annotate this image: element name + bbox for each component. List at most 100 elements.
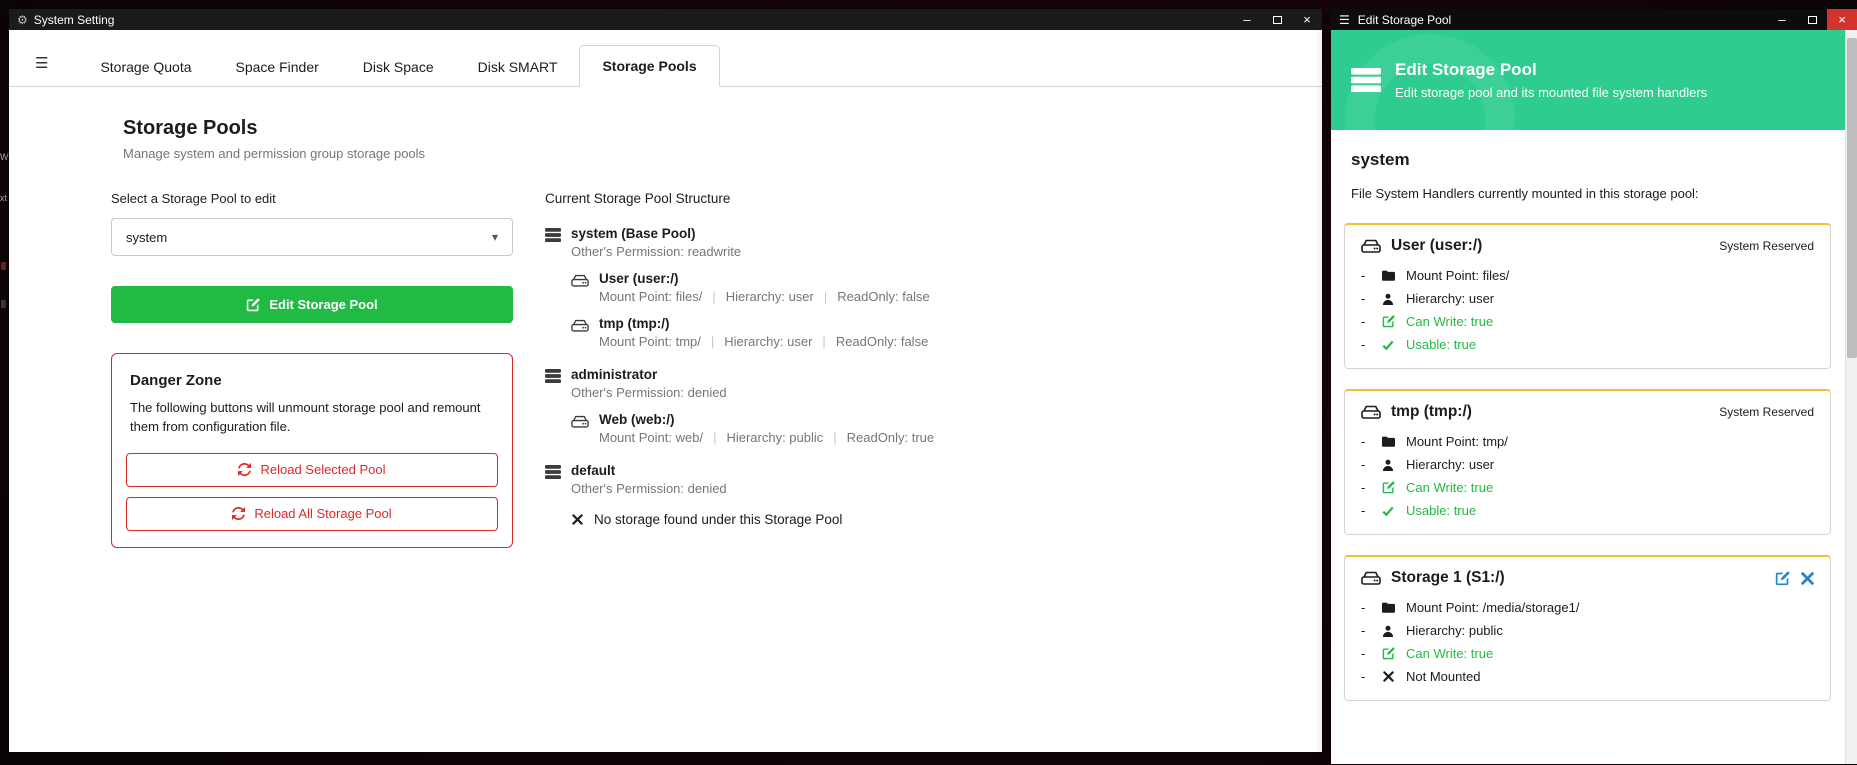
handler-actions [1775,571,1814,586]
handler-property-row: -Mount Point: /media/storage1/ [1361,600,1814,615]
close-button[interactable]: × [1827,9,1857,30]
pool-permission: Other's Permission: readwrite [571,244,741,259]
handler-property-row: - Mount Point: tmp/ [1361,434,1814,449]
tab-space-finder[interactable]: Space Finder [214,47,341,87]
menu-icon[interactable]: ☰ [1339,13,1350,27]
dash: - [1361,291,1377,306]
detail-mount: Mount Point: files/ [599,289,702,304]
property-text: Can Write: true [1406,646,1493,661]
separator: | [711,334,714,349]
property-text: Mount Point: /media/storage1/ [1406,600,1579,615]
separator: | [822,334,825,349]
banner-subtitle: Edit storage pool and its mounted file s… [1395,85,1707,100]
scrollbar-thumb[interactable] [1847,38,1857,358]
minimize-button[interactable]: – [1232,9,1262,30]
pool-name: default [571,463,727,478]
storage-pool-select[interactable]: system ▾ [111,218,513,256]
fsh-card-tmp: tmp (tmp:/) System Reserved - Mount Point… [1344,389,1831,535]
handler-property-row: - Can Write: true [1361,480,1814,495]
maximize-icon [1808,16,1817,24]
desktop-icon-fragment [1,262,6,270]
handler-property-row: -Not Mounted [1361,669,1814,684]
tab-storage-pools[interactable]: Storage Pools [579,45,719,87]
desktop-icon-label-fragment: W [0,152,9,162]
property-text: Mount Point: tmp/ [1406,434,1508,449]
pool-description: File System Handlers currently mounted i… [1351,186,1831,201]
detail-mount: Mount Point: web/ [599,430,703,445]
dash: - [1361,480,1377,495]
dash: - [1361,268,1377,283]
dash: - [1361,669,1377,684]
handler-name: Storage 1 (S1:/) [1391,569,1505,587]
detail-hierarchy: Hierarchy: user [726,289,814,304]
scrollbar[interactable] [1845,30,1857,764]
property-text: Usable: true [1406,503,1476,518]
storage-name: User (user:/) [599,271,930,286]
reload-selected-pool-button[interactable]: Reload Selected Pool [126,453,498,487]
edit-icon [1377,315,1399,328]
tab-storage-quota[interactable]: Storage Quota [78,47,213,87]
detail-mount: Mount Point: tmp/ [599,334,701,349]
gear-icon: ⚙ [17,13,28,27]
hdd-icon [1361,571,1381,585]
window-controls: – × [1232,9,1322,30]
detail-hierarchy: Hierarchy: public [726,430,823,445]
reload-icon [232,507,245,520]
storage-entry-user: User (user:/) Mount Point: files/ | Hierar… [571,271,934,304]
edit-pool-titlebar: ☰ Edit Storage Pool – × [1331,9,1857,30]
tab-disk-smart[interactable]: Disk SMART [456,47,580,87]
edit-icon [1377,647,1399,660]
property-text: Mount Point: files/ [1406,268,1509,283]
reload-selected-label: Reload Selected Pool [260,462,385,477]
page-title: Storage Pools [123,117,1322,140]
maximize-icon [1273,16,1282,24]
empty-pool-message: No storage found under this Storage Pool [572,512,934,527]
separator: | [824,289,827,304]
pool-name: system (Base Pool) [571,226,741,241]
detail-hierarchy: Hierarchy: user [724,334,812,349]
server-icon [545,465,561,496]
property-text: Usable: true [1406,337,1476,352]
hdd-icon [1361,239,1381,253]
edit-button-label: Edit Storage Pool [269,297,377,312]
detail-readonly: ReadOnly: false [836,334,929,349]
server-icon [545,228,561,259]
storage-entry-tmp: tmp (tmp:/) Mount Point: tmp/|Hierarchy:… [571,316,934,349]
reload-all-pool-button[interactable]: Reload All Storage Pool [126,497,498,531]
pool-entry-administrator: administrator Other's Permission: denied [545,367,934,400]
window-controls: – × [1767,9,1857,30]
system-setting-titlebar: ⚙ System Setting – × [9,9,1322,30]
property-text: Can Write: true [1406,314,1493,329]
maximize-button[interactable] [1262,9,1292,30]
close-button[interactable]: × [1292,9,1322,30]
edit-icon[interactable] [1775,571,1790,586]
minimize-button[interactable]: – [1767,9,1797,30]
pool-entry-default: default Other's Permission: denied [545,463,934,496]
handler-property-row: - Mount Point: files/ [1361,268,1814,283]
property-text: Can Write: true [1406,480,1493,495]
hdd-icon [571,274,589,304]
folder-icon [1377,602,1399,613]
edit-icon [1377,481,1399,494]
tabbar: ☰ Storage Quota Space Finder Disk Space … [9,30,1322,87]
menu-icon[interactable]: ☰ [27,54,78,86]
tab-disk-space[interactable]: Disk Space [341,47,456,87]
storage-details: Mount Point: web/|Hierarchy: public|Read… [599,430,934,445]
select-pool-label: Select a Storage Pool to edit [111,191,513,206]
handler-property-row: -Hierarchy: user [1361,291,1814,306]
detail-readonly: ReadOnly: true [847,430,934,445]
fsh-card-user: User (user:/) System Reserved -Mount Poi… [1344,223,1831,369]
handler-property-row: -Hierarchy: user [1361,457,1814,472]
user-icon [1377,625,1399,637]
danger-zone-title: Danger Zone [130,372,498,389]
separator: | [712,289,715,304]
danger-zone: Danger Zone The following buttons will u… [111,353,513,548]
user-icon [1377,459,1399,471]
dash: - [1361,623,1377,638]
dash: - [1361,434,1377,449]
system-reserved-badge: System Reserved [1719,405,1814,419]
remove-icon[interactable] [1801,572,1814,585]
maximize-button[interactable] [1797,9,1827,30]
handler-name: tmp (tmp:/) [1391,403,1472,421]
edit-storage-pool-button[interactable]: Edit Storage Pool [111,286,513,323]
